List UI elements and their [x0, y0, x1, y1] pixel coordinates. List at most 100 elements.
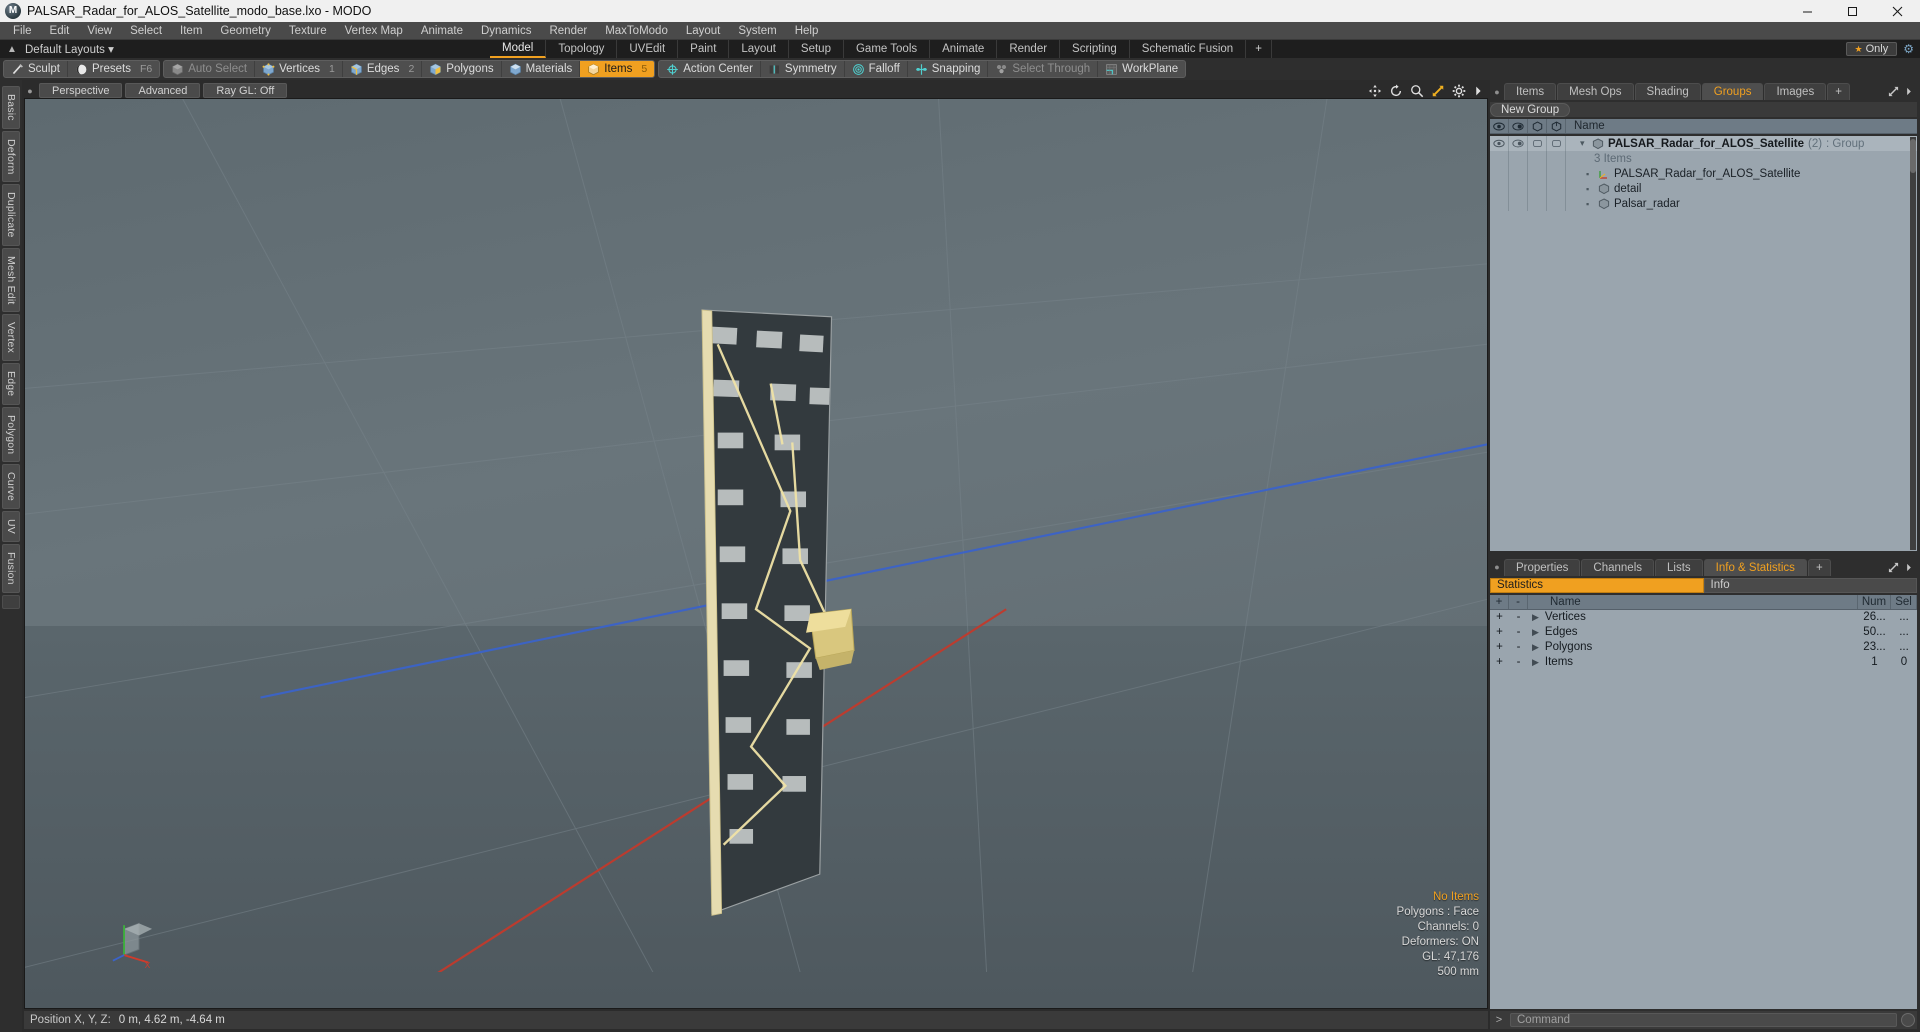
sculpt-button[interactable]: Sculpt — [4, 61, 68, 77]
falloff-button[interactable]: Falloff — [845, 61, 908, 77]
table-row[interactable]: + - ▶ Items 1 0 — [1490, 655, 1917, 670]
chevron-right-icon[interactable] — [1473, 84, 1483, 98]
tree-row-locator[interactable]: ▪ PALSAR_Radar_for_ALOS_Satellite — [1490, 166, 1917, 181]
menu-file[interactable]: File — [4, 22, 41, 40]
materials-button[interactable]: Materials — [502, 61, 581, 77]
row-remove-button[interactable]: - — [1509, 655, 1528, 670]
layout-tab-schematic-fusion[interactable]: Schematic Fusion — [1129, 40, 1247, 58]
polygons-button[interactable]: Polygons — [422, 61, 502, 77]
default-layouts-dropdown[interactable]: Default Layouts ▾ — [19, 42, 114, 56]
expand-arrow-icon[interactable]: ▶ — [1532, 612, 1539, 623]
layout-tab-game-tools[interactable]: Game Tools — [843, 40, 931, 58]
menu-system[interactable]: System — [729, 22, 785, 40]
menu-select[interactable]: Select — [121, 22, 171, 40]
help-circle-icon[interactable] — [1901, 1013, 1915, 1027]
chevron-right-icon[interactable] — [1905, 86, 1913, 97]
viewport-tab-perspective[interactable]: Perspective — [39, 83, 123, 98]
layout-tab-scripting[interactable]: Scripting — [1060, 40, 1130, 58]
panel-tab-mesh-ops[interactable]: Mesh Ops — [1557, 83, 1634, 100]
bottom-panel-menu-dot-icon[interactable]: ● — [1490, 559, 1504, 576]
tool-tab-curve[interactable]: Curve — [2, 464, 20, 510]
shade-icon[interactable] — [1547, 119, 1566, 133]
tree-row-detail[interactable]: ▪ detail — [1490, 181, 1917, 196]
chevron-right-icon[interactable] — [1905, 562, 1913, 573]
subtab-info[interactable]: Info — [1703, 577, 1917, 593]
presets-button[interactable]: Presets F6 — [68, 61, 159, 77]
layout-tab-paint[interactable]: Paint — [678, 40, 730, 58]
minimize-button[interactable] — [1785, 0, 1830, 22]
tool-tab-vertex[interactable]: Vertex — [2, 314, 20, 362]
row-add-button[interactable]: + — [1490, 610, 1509, 625]
row-visibility-toggle[interactable] — [1490, 136, 1509, 151]
tool-tab-fusion[interactable]: Fusion — [2, 544, 20, 593]
expand-icon[interactable] — [1888, 562, 1899, 573]
symmetry-button[interactable]: Symmetry — [761, 61, 845, 77]
row-remove-button[interactable]: - — [1509, 610, 1528, 625]
edges-button[interactable]: Edges 2 — [343, 61, 423, 77]
scrollbar-thumb[interactable] — [1910, 139, 1916, 173]
group-tree-body[interactable]: ▾ PALSAR_Radar_for_ALOS_Satellite (2) : … — [1490, 136, 1917, 551]
table-row[interactable]: + - ▶ Polygons 23... ... — [1490, 640, 1917, 655]
tool-tab-duplicate[interactable]: Duplicate — [2, 184, 20, 246]
menu-maxtomodo[interactable]: MaxToModo — [596, 22, 677, 40]
tool-tab-edge[interactable]: Edge — [2, 363, 20, 405]
pan-icon[interactable] — [1368, 84, 1382, 98]
menu-vertex-map[interactable]: Vertex Map — [336, 22, 412, 40]
layout-tab-topology[interactable]: Topology — [546, 40, 618, 58]
row-add-button[interactable]: + — [1490, 640, 1509, 655]
table-row[interactable]: + - ▶ Edges 50... ... — [1490, 625, 1917, 640]
expand-twisty-icon[interactable]: ▾ — [1580, 138, 1588, 149]
layout-tab-setup[interactable]: Setup — [788, 40, 844, 58]
tool-tab-uv[interactable]: UV — [2, 511, 20, 543]
auto-select-button[interactable]: Auto Select — [164, 61, 256, 77]
viewport-tab-advanced[interactable]: Advanced — [125, 83, 201, 98]
panel-tab-lists[interactable]: Lists — [1655, 558, 1703, 576]
tool-tab-polygon[interactable]: Polygon — [2, 406, 20, 463]
layout-tab-render[interactable]: Render — [997, 40, 1061, 58]
panel-tab-channels[interactable]: Channels — [1581, 558, 1655, 576]
menu-help[interactable]: Help — [786, 22, 828, 40]
pin-icon[interactable]: ▲ — [5, 44, 19, 55]
menu-item[interactable]: Item — [171, 22, 211, 40]
axis-gizmo[interactable]: X — [111, 914, 167, 970]
menu-layout[interactable]: Layout — [677, 22, 730, 40]
layout-tab-model[interactable]: Model — [490, 40, 547, 58]
menu-view[interactable]: View — [78, 22, 121, 40]
workplane-button[interactable]: WorkPlane — [1098, 61, 1185, 77]
close-button[interactable] — [1875, 0, 1920, 22]
snapping-button[interactable]: Snapping — [908, 61, 989, 77]
row-lock-toggle[interactable] — [1528, 136, 1547, 151]
group-tree-scrollbar[interactable] — [1910, 137, 1916, 550]
expand-arrow-icon[interactable]: ▶ — [1532, 657, 1539, 668]
lock-icon[interactable] — [1528, 119, 1547, 133]
action-center-button[interactable]: Action Center — [659, 61, 761, 77]
tool-tab-deform[interactable]: Deform — [2, 130, 20, 183]
menu-texture[interactable]: Texture — [280, 22, 336, 40]
viewport-menu-dot-icon[interactable]: ● — [24, 83, 36, 98]
row-remove-button[interactable]: - — [1509, 625, 1528, 640]
visibility-icon[interactable] — [1490, 119, 1509, 133]
menu-dynamics[interactable]: Dynamics — [472, 22, 540, 40]
row-remove-button[interactable]: - — [1509, 640, 1528, 655]
layout-tab-uvedit[interactable]: UVEdit — [617, 40, 679, 58]
row-add-button[interactable]: + — [1490, 655, 1509, 670]
tree-row-group[interactable]: ▾ PALSAR_Radar_for_ALOS_Satellite (2) : … — [1490, 136, 1917, 151]
command-input[interactable]: Command — [1510, 1013, 1897, 1027]
row-shade-toggle[interactable] — [1547, 136, 1566, 151]
fit-icon[interactable] — [1431, 84, 1445, 98]
rotate-icon[interactable] — [1389, 83, 1403, 98]
panel-tab-groups[interactable]: Groups — [1701, 83, 1764, 100]
gear-icon[interactable] — [1452, 84, 1466, 98]
gear-icon[interactable]: ⚙ — [1903, 42, 1914, 56]
zoom-icon[interactable] — [1410, 84, 1424, 98]
panel-tab-shading[interactable]: Shading — [1634, 83, 1701, 100]
panel-tab-images[interactable]: Images — [1764, 83, 1827, 100]
maximize-button[interactable] — [1830, 0, 1875, 22]
menu-geometry[interactable]: Geometry — [211, 22, 280, 40]
items-button[interactable]: Items 5 — [580, 61, 655, 77]
table-row[interactable]: + - ▶ Vertices 26... ... — [1490, 610, 1917, 625]
3d-viewport[interactable]: X No Items Polygons : Face Channels: 0 D… — [24, 98, 1488, 1009]
tool-tab-extra[interactable] — [2, 594, 20, 609]
panel-tab-items[interactable]: Items — [1504, 83, 1557, 100]
menu-render[interactable]: Render — [540, 22, 596, 40]
